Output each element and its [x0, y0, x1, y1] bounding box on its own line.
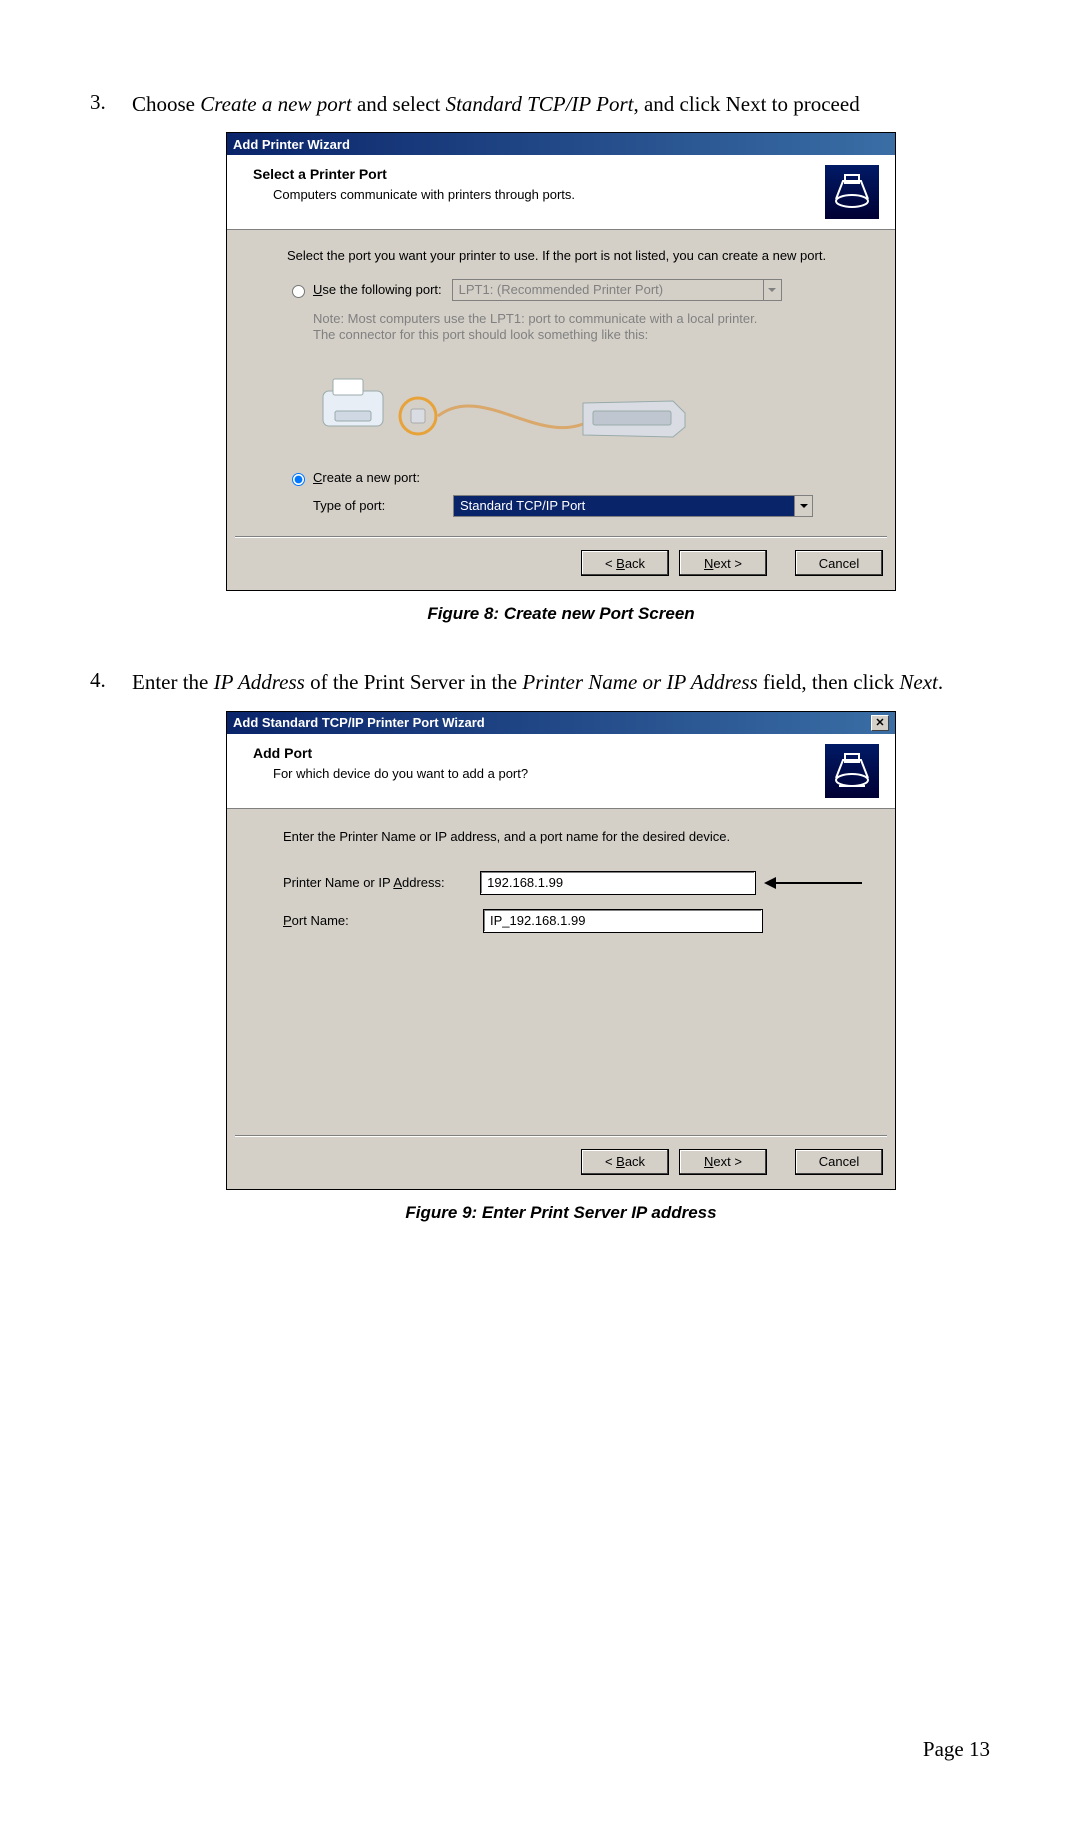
back-button[interactable]: < Back: [581, 1149, 669, 1175]
dialog1-title: Add Printer Wizard: [233, 136, 350, 154]
emphasis: Next: [899, 670, 937, 694]
figure-9-wrap: Add Standard TCP/IP Printer Port Wizard …: [132, 711, 990, 1225]
step-4-number: 4.: [90, 668, 132, 1248]
dialog2-header-title: Add Port: [253, 744, 825, 763]
create-port-label: Create a new port:: [313, 469, 420, 487]
dialog2-body: Enter the Printer Name or IP address, an…: [227, 809, 895, 1129]
use-port-radio[interactable]: [292, 285, 305, 298]
use-port-combo-text: LPT1: (Recommended Printer Port): [453, 281, 763, 299]
dialog2-titlebar: Add Standard TCP/IP Printer Port Wizard …: [227, 712, 895, 734]
text: Choose: [132, 92, 200, 116]
dialog2-body-text: Enter the Printer Name or IP address, an…: [283, 829, 861, 845]
figure-9-caption: Figure 9: Enter Print Server IP address: [132, 1202, 990, 1225]
dialog1-body-text: Select the port you want your printer to…: [287, 248, 861, 264]
use-port-label: UUse the following port:se the following…: [313, 281, 442, 299]
dialog1-body: Select the port you want your printer to…: [227, 230, 895, 530]
step-3: 3. Choose Create a new port and select S…: [90, 90, 990, 650]
step-4: 4. Enter the IP Address of the Print Ser…: [90, 668, 990, 1248]
emphasis: Create a new port: [200, 92, 351, 116]
dialog2-header-sub: For which device do you want to add a po…: [273, 765, 825, 783]
dialog2-buttons: < Back Next > Cancel: [227, 1137, 895, 1189]
note-line2: The connector for this port should look …: [313, 327, 861, 343]
combo-dropdown-button[interactable]: [794, 496, 812, 516]
dialog1-header: Select a Printer Port Computers communic…: [227, 155, 895, 230]
create-port-row: Create a new port:: [287, 469, 861, 487]
close-icon[interactable]: ✕: [871, 715, 889, 731]
step-3-body: Choose Create a new port and select Stan…: [132, 90, 990, 650]
emphasis: IP Address: [214, 670, 305, 694]
add-tcpip-port-wizard-dialog: Add Standard TCP/IP Printer Port Wizard …: [226, 711, 896, 1190]
text: and select: [352, 92, 446, 116]
use-port-row: UUse the following port:se the following…: [287, 279, 861, 301]
dialog1-buttons: < Back Next > Cancel: [227, 538, 895, 590]
text: , and click Next to proceed: [633, 92, 859, 116]
dialog2-header-text: Add Port For which device do you want to…: [253, 744, 825, 782]
type-label: Type of port:: [313, 497, 453, 515]
emphasis: Printer Name or IP Address: [522, 670, 757, 694]
port-name-input[interactable]: [483, 909, 763, 933]
cancel-button[interactable]: Cancel: [795, 1149, 883, 1175]
cancel-button[interactable]: Cancel: [795, 550, 883, 576]
type-of-port-combo[interactable]: Standard TCP/IP Port: [453, 495, 813, 517]
create-port-radio[interactable]: [292, 473, 305, 486]
dialog2-header: Add Port For which device do you want to…: [227, 734, 895, 809]
figure-8-caption: Figure 8: Create new Port Screen: [132, 603, 990, 626]
add-printer-wizard-dialog: Add Printer Wizard Select a Printer Port…: [226, 132, 896, 591]
use-port-combo[interactable]: LPT1: (Recommended Printer Port): [452, 279, 782, 301]
step-3-number: 3.: [90, 90, 132, 650]
document-page: 3. Choose Create a new port and select S…: [0, 0, 1080, 1822]
note-block: Note: Most computers use the LPT1: port …: [313, 311, 861, 452]
dialog1-titlebar: Add Printer Wizard: [227, 133, 895, 155]
type-of-port-row: Type of port: Standard TCP/IP Port: [313, 495, 861, 517]
port-name-row: Port Name:: [283, 909, 861, 933]
printer-icon: [825, 165, 879, 219]
printer-address-row: Printer Name or IP Address:: [283, 871, 861, 895]
arrow-annotation-icon: [762, 871, 861, 895]
figure-8-wrap: Add Printer Wizard Select a Printer Port…: [132, 132, 990, 626]
text: .: [938, 670, 943, 694]
text: of the Print Server in the: [305, 670, 523, 694]
printer-address-label: Printer Name or IP Address:: [283, 874, 480, 892]
emphasis: Standard TCP/IP Port: [446, 92, 634, 116]
steps-list: 3. Choose Create a new port and select S…: [90, 90, 990, 1249]
printer-address-input[interactable]: [480, 871, 756, 895]
combo-dropdown-button[interactable]: [763, 280, 781, 300]
dialog2-title: Add Standard TCP/IP Printer Port Wizard: [233, 714, 485, 732]
port-name-label: Port Name:: [283, 912, 483, 930]
type-combo-text: Standard TCP/IP Port: [454, 497, 794, 515]
dialog1-header-text: Select a Printer Port Computers communic…: [253, 165, 825, 203]
dialog1-header-title: Select a Printer Port: [253, 165, 825, 184]
connector-illustration: [313, 361, 713, 451]
step-4-body: Enter the IP Address of the Print Server…: [132, 668, 990, 1248]
text: field, then click: [758, 670, 900, 694]
next-button[interactable]: Next >: [679, 550, 767, 576]
next-button[interactable]: Next >: [679, 1149, 767, 1175]
dialog1-header-sub: Computers communicate with printers thro…: [273, 186, 825, 204]
page-number: Page 13: [923, 1737, 990, 1762]
text: Enter the: [132, 670, 214, 694]
back-button[interactable]: < Back: [581, 550, 669, 576]
printer-icon: [825, 744, 879, 798]
note-line1: Note: Most computers use the LPT1: port …: [313, 311, 861, 327]
